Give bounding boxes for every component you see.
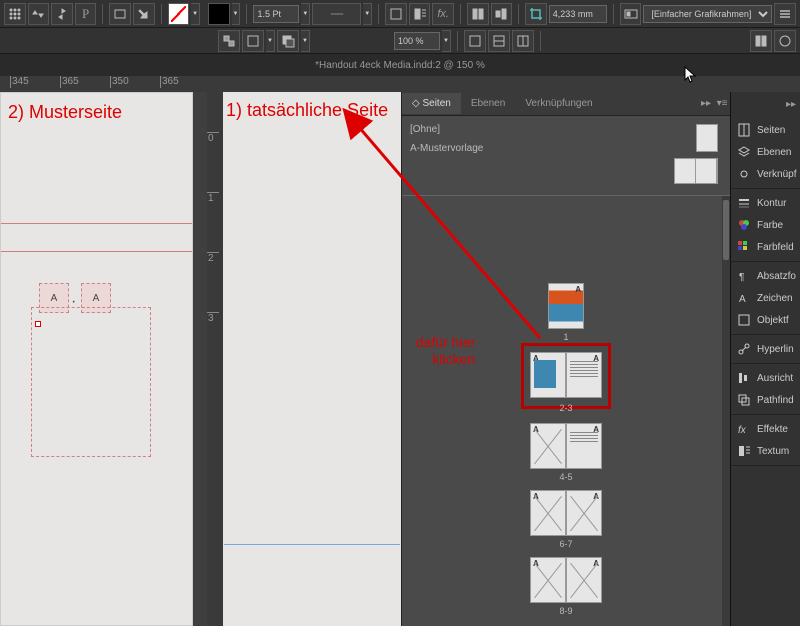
frame-handle[interactable]	[35, 321, 41, 327]
horizontal-ruler[interactable]: 345 365 350 365	[0, 76, 800, 92]
document-title: *Handout 4eck Media.indd:2 @ 150 %	[315, 60, 485, 71]
workspace: A A · 0 1 2 3 ◇ Seiten Ebenen Verknüpfun…	[0, 92, 800, 626]
panel-tabs: ◇ Seiten Ebenen Verknüpfungen ▸▸ ▾≡	[402, 92, 730, 116]
guide-line[interactable]	[1, 223, 192, 224]
panel-dock: ▸▸ Seiten Ebenen Verknüpf Kontur Farbe F…	[730, 92, 800, 626]
crop-icon[interactable]	[525, 3, 547, 25]
fit-3-icon[interactable]	[512, 30, 534, 52]
row2-a-icon[interactable]	[750, 30, 772, 52]
drop-shadow-icon[interactable]	[277, 30, 299, 52]
corner-options-icon[interactable]	[385, 3, 407, 25]
page-thumbnails: A 1 A A 2-3 A A 4-5	[402, 196, 730, 626]
select-content-icon[interactable]	[133, 3, 155, 25]
dock-verknuepfungen[interactable]: Verknüpf	[731, 163, 800, 185]
effects-icon[interactable]: fx.	[432, 3, 454, 25]
dropdown-b-icon[interactable]: ▼	[301, 30, 310, 52]
dock-objektformate[interactable]: Objektf	[731, 309, 800, 331]
dock-farbe[interactable]: Farbe	[731, 214, 800, 236]
canvas-gap: 0 1 2 3	[193, 92, 223, 626]
dock-zeichenformate[interactable]: AZeichen	[731, 287, 800, 309]
dock-collapse-icon[interactable]: ▸▸	[786, 99, 796, 110]
panel-scrollbar[interactable]	[722, 196, 730, 626]
flip-h-icon[interactable]	[28, 3, 50, 25]
tab-verknuepfungen[interactable]: Verknüpfungen	[515, 93, 602, 114]
dropdown-a-icon[interactable]: ▼	[266, 30, 275, 52]
stroke-dropdown-icon[interactable]: ▼	[232, 3, 241, 25]
panel-menu-icon[interactable]: ▾≡	[714, 98, 730, 109]
row2-b-icon[interactable]	[774, 30, 796, 52]
zoom-dropdown-icon[interactable]: ▼	[442, 30, 451, 52]
pages-panel: ◇ Seiten Ebenen Verknüpfungen ▸▸ ▾≡ [Ohn…	[401, 92, 730, 626]
align-2-icon[interactable]	[491, 3, 513, 25]
margin-frame[interactable]	[31, 307, 151, 457]
stroke-weight-dropdown-icon[interactable]: ▼	[301, 3, 310, 25]
master-pages-section: [Ohne] A-Mustervorlage	[402, 116, 730, 196]
panel-zone: ◇ Seiten Ebenen Verknüpfungen ▸▸ ▾≡ [Ohn…	[401, 92, 800, 626]
ref-point-icon[interactable]	[4, 3, 26, 25]
dock-absatzformate[interactable]: ¶Absatzfo	[731, 265, 800, 287]
master-a-thumb[interactable]	[674, 158, 718, 184]
actual-page-canvas[interactable]	[223, 92, 401, 626]
knockout-icon[interactable]	[242, 30, 264, 52]
opacity-icon[interactable]	[218, 30, 240, 52]
dock-hyperlinks[interactable]: Hyperlin	[731, 338, 800, 360]
baseline-guide[interactable]	[224, 544, 400, 545]
frame-fit-icon[interactable]	[620, 3, 642, 25]
paragraph-style-icon[interactable]: P	[75, 3, 97, 25]
tab-ebenen[interactable]: Ebenen	[461, 93, 515, 114]
dock-kontur[interactable]: Kontur	[731, 192, 800, 214]
dock-farbfelder[interactable]: Farbfeld	[731, 236, 800, 258]
dock-textumfluss[interactable]: Textum	[731, 440, 800, 462]
page-thumb-4-5[interactable]: A A 4-5	[530, 423, 602, 482]
document-title-bar: *Handout 4eck Media.indd:2 @ 150 %	[0, 54, 800, 76]
dock-ausrichten[interactable]: Ausricht	[731, 367, 800, 389]
guide-line[interactable]	[1, 251, 192, 252]
page-thumb-8-9[interactable]: A A 8-9	[530, 557, 602, 616]
control-panel-row2: ▼ ▼ ▼	[0, 28, 800, 54]
text-wrap-icon[interactable]	[409, 3, 431, 25]
stroke-style-icon[interactable]	[312, 3, 361, 25]
master-none-thumb[interactable]	[696, 124, 718, 152]
master-page-canvas[interactable]: A A ·	[0, 92, 193, 626]
align-1-icon[interactable]	[467, 3, 489, 25]
page-thumb-6-7[interactable]: A A 6-7	[530, 490, 602, 549]
svg-text:fx: fx	[738, 425, 747, 436]
select-container-icon[interactable]	[109, 3, 131, 25]
fit-1-icon[interactable]	[464, 30, 486, 52]
svg-text:¶: ¶	[739, 272, 744, 283]
control-panel-row1: P ▼ ▼ ▼ ▼ fx. [Einfacher Grafikrahmen]	[0, 0, 800, 28]
menu-1-icon[interactable]	[774, 3, 796, 25]
fill-swatch[interactable]	[168, 3, 190, 25]
dock-ebenen[interactable]: Ebenen	[731, 141, 800, 163]
page-thumb-1[interactable]: A 1	[548, 283, 584, 342]
stroke-weight-input[interactable]	[253, 5, 299, 23]
width-field[interactable]	[549, 5, 607, 23]
fit-2-icon[interactable]	[488, 30, 510, 52]
dock-seiten[interactable]: Seiten	[731, 119, 800, 141]
tab-seiten[interactable]: ◇ Seiten	[402, 93, 461, 114]
dock-pathfinder[interactable]: Pathfind	[731, 389, 800, 411]
dock-effekte[interactable]: fxEffekte	[731, 418, 800, 440]
vertical-ruler[interactable]: 0 1 2 3	[207, 92, 223, 626]
stroke-swatch[interactable]	[208, 3, 230, 25]
svg-text:A: A	[739, 294, 746, 305]
stroke-style-dropdown-icon[interactable]: ▼	[363, 3, 372, 25]
flip-v-icon[interactable]	[51, 3, 73, 25]
panel-collapse-icon[interactable]: ▸▸	[698, 98, 714, 109]
page-thumb-2-3[interactable]: A A 2-3	[528, 350, 604, 415]
frame-type-select[interactable]: [Einfacher Grafikrahmen]	[643, 5, 772, 23]
zoom-input[interactable]	[394, 32, 440, 50]
fill-dropdown-icon[interactable]: ▼	[191, 3, 200, 25]
